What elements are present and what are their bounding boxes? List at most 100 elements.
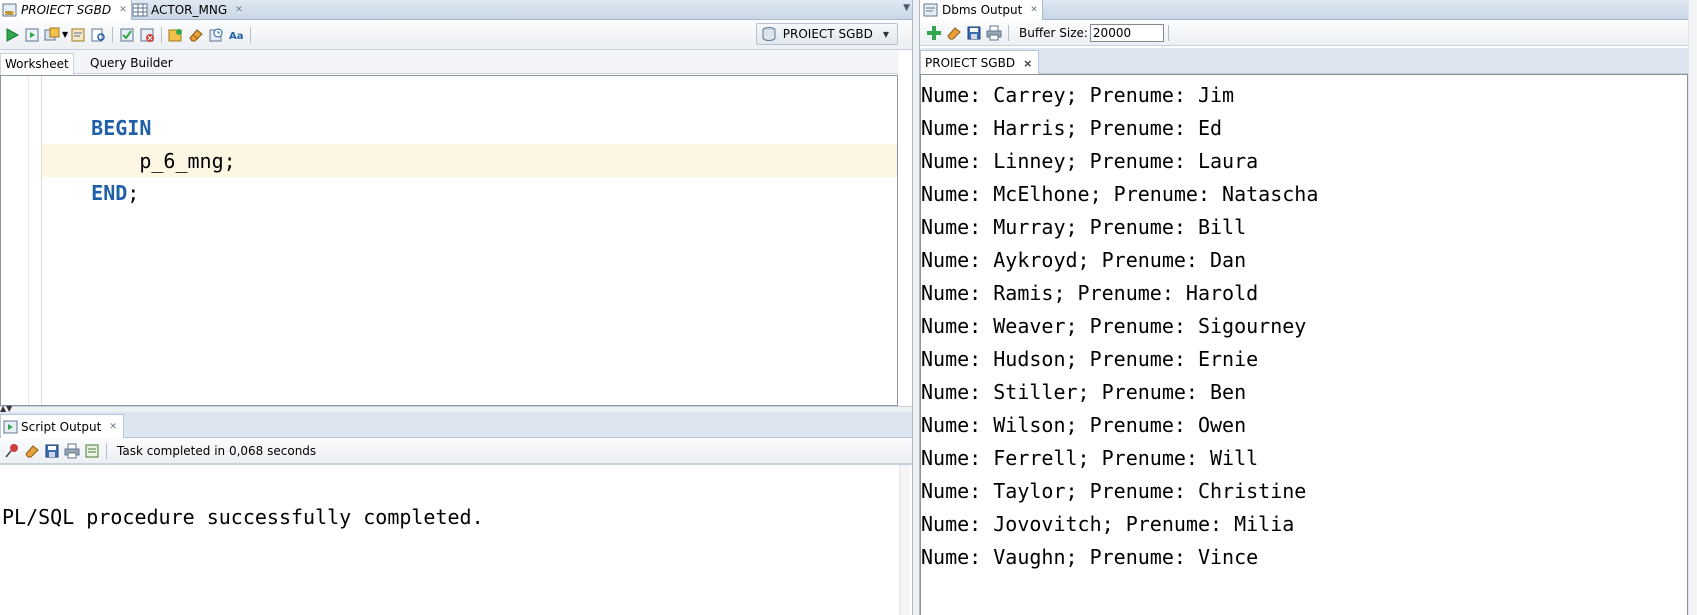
output-line: Nume: Stiller; Prenume: Ben [921,380,1247,404]
print-icon [64,443,80,458]
tab-label: Script Output [21,420,102,434]
dbms-output-icon [923,2,939,18]
autotrace-icon [44,27,60,40]
output-line: Nume: Aykroyd; Prenume: Dan [921,248,1247,272]
dbms-output-body[interactable]: Nume: Carrey; Prenume: Jim Nume: Harris;… [920,74,1688,615]
clear-output-button[interactable] [22,441,42,461]
script-output-icon [3,419,19,435]
output-line: Nume: McElhone; Prenume: Natascha [921,182,1319,206]
editor-tab-strip: SQL PROIECT SGBD ✕ ACTOR_MNG ✕ ▼ [0,0,912,20]
close-icon[interactable]: ✕ [1030,5,1038,15]
script-output-body[interactable]: PL/SQL procedure successfully completed. [0,464,912,615]
pin-icon [5,443,18,457]
chevron-down-icon: ▼ [882,29,889,39]
sql-editor[interactable]: BEGIN p_6_mng; END; [0,75,898,406]
close-icon[interactable]: ✕ [235,5,243,15]
toolbar-separator [112,26,114,43]
pin-button[interactable] [2,441,22,461]
save-dbms-output-button[interactable] [964,23,984,43]
output-line: Nume: Linney; Prenume: Laura [921,149,1259,173]
sql-worksheet-icon: SQL [2,2,18,18]
vertical-scrollbar[interactable] [899,465,910,615]
dbms-connection-tabstrip: PROIECT SGBD × [920,48,1697,75]
output-line: Nume: Jovovitch; Prenume: Milia [921,512,1295,536]
task-status-text: Task completed in 0,068 seconds [117,443,317,458]
eraser-icon [189,28,203,41]
commit-button[interactable] [117,25,137,45]
script-output-tabstrip: Script Output ✕ [0,412,912,439]
tab-label: PROIECT SGBD [925,56,1016,70]
output-line: Nume: Ramis; Prenume: Harold [921,281,1259,305]
output-line: Nume: Ferrell; Prenume: Will [921,446,1259,470]
table-icon [132,2,148,18]
tab-label: PROIECT SGBD [21,3,112,17]
vertical-scrollbar[interactable] [1688,0,1697,615]
sql-history-button[interactable] [206,25,226,45]
print-dbms-output-button[interactable] [984,23,1004,43]
code-line-2: p_6_mng; [43,113,235,173]
plus-icon [927,25,941,40]
tab-dbms-connection[interactable]: PROIECT SGBD × [920,50,1040,75]
sql-tuning-advisor-button[interactable] [88,25,108,45]
clear-dbms-output-button[interactable] [944,23,964,43]
script-output-text: PL/SQL procedure successfully completed. [2,505,484,529]
line-gutter [1,76,42,405]
output-line: Nume: Murray; Prenume: Bill [921,215,1247,239]
buffer-size-input[interactable] [1089,23,1164,42]
run-statement-button[interactable] [2,25,22,45]
output-line: Nume: Taylor; Prenume: Christine [921,479,1307,503]
enable-dbms-output-button[interactable] [924,23,944,43]
output-line: Nume: Hudson; Prenume: Ernie [921,347,1259,371]
print-icon [986,25,1002,40]
close-icon[interactable]: ✕ [109,422,117,432]
tab-worksheet[interactable]: Worksheet [0,53,74,75]
toolbar-separator [250,26,252,43]
save-output-button[interactable] [42,441,62,461]
output-line: Nume: Carrey; Prenume: Jim [921,83,1235,107]
connection-selector[interactable]: PROIECT SGBD ▼ [755,23,898,45]
svg-text:Aa: Aa [229,31,244,42]
worksheet-toolbar: ▼ Aa PROIECT SGBD ▼ [0,20,912,50]
print-output-button[interactable] [62,441,82,461]
tab-list-dropdown-icon[interactable]: ▼ [903,3,910,13]
eraser-icon [947,26,961,39]
code-line-1: BEGIN [43,80,151,140]
tab-query-builder[interactable]: Query Builder [86,53,177,74]
tuning-advisor-icon [91,28,105,41]
code-text: ; [127,181,140,205]
toolbar-separator [1167,24,1169,41]
format-case-button[interactable]: Aa [226,25,246,45]
text-case-icon: Aa [229,31,244,42]
output-line: Nume: Wilson; Prenume: Owen [921,413,1247,437]
play-icon [6,27,20,42]
commit-icon [120,28,134,41]
worksheet-subtabs: Worksheet Query Builder [0,50,898,75]
dbms-output-tabstrip: Dbms Output ✕ [920,0,1697,20]
buffer-size-label: Buffer Size: [1019,25,1088,40]
run-script-icon [25,28,39,41]
save-icon [967,26,981,39]
script-output-toolbar: Task completed in 0,068 seconds [0,438,912,464]
autotrace-button[interactable] [42,25,62,45]
tab-actor-mng[interactable]: ACTOR_MNG ✕ [130,0,247,20]
database-connection-icon [761,26,777,42]
rollback-button[interactable] [137,25,157,45]
dbms-output-toolbar: Buffer Size: [920,20,1697,46]
close-icon[interactable]: × [1023,57,1032,70]
output-line: Nume: Weaver; Prenume: Sigourney [921,314,1307,338]
tab-dbms-output[interactable]: Dbms Output ✕ [920,0,1043,20]
clear-editor-button[interactable] [186,25,206,45]
tab-proiect-sgbd[interactable]: SQL PROIECT SGBD ✕ [0,0,132,20]
eraser-icon [25,444,39,457]
open-in-worksheet-button[interactable] [82,441,102,461]
toolbar-separator [161,26,163,43]
tab-label: Dbms Output [942,3,1023,17]
pane-divider[interactable] [912,0,920,615]
tab-script-output[interactable]: Script Output ✕ [0,414,124,439]
output-line: Nume: Harris; Prenume: Ed [921,116,1223,140]
close-icon[interactable]: ✕ [119,5,127,15]
run-script-button[interactable] [22,25,42,45]
explain-plan-button[interactable] [68,25,88,45]
unshared-sql-worksheet-button[interactable] [166,25,186,45]
keyword: END [91,181,128,205]
